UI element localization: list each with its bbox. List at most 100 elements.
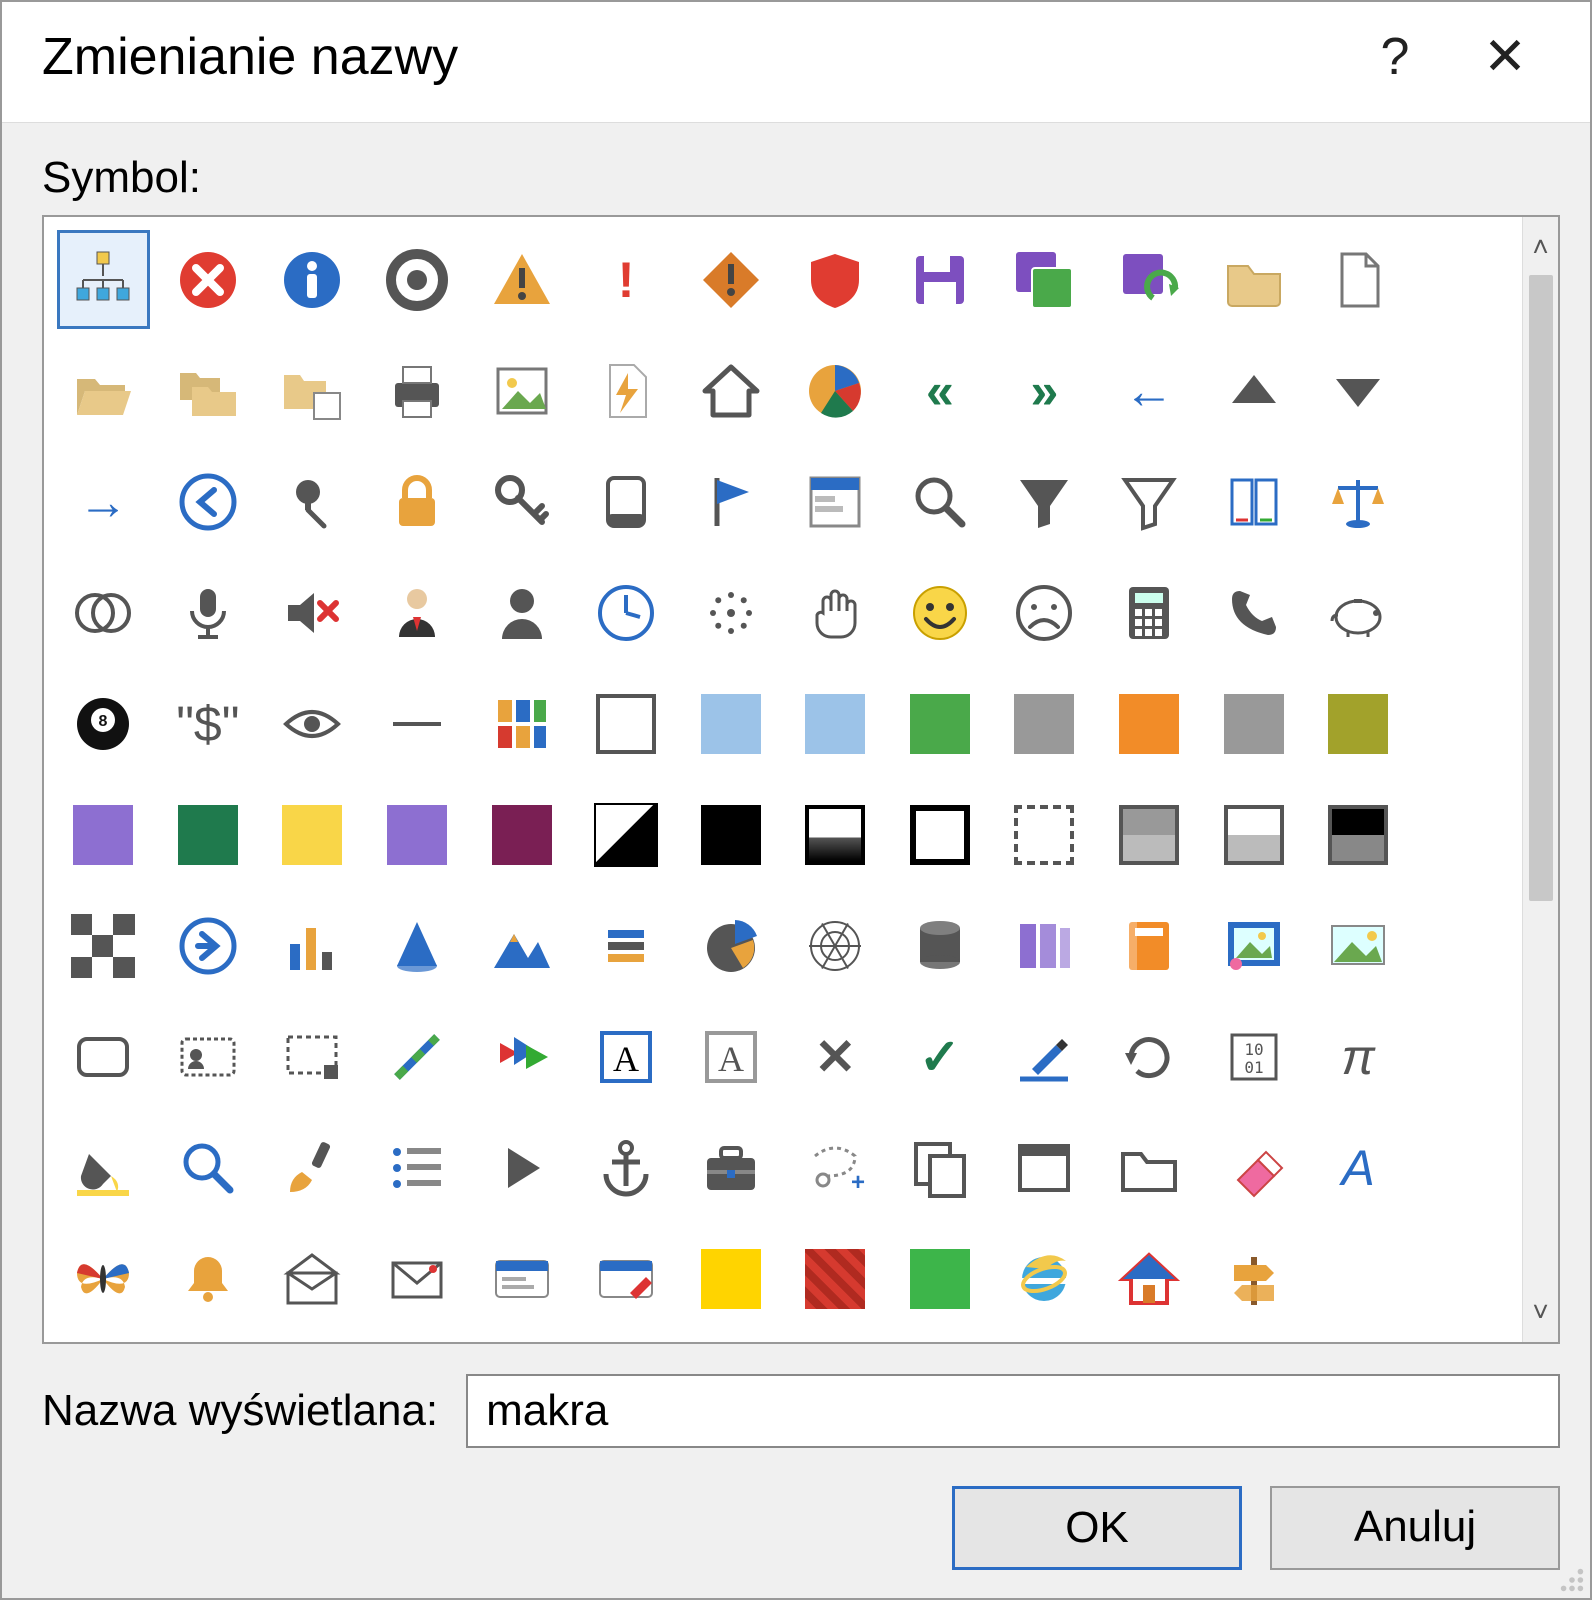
letter-a-grey-icon[interactable]: A (685, 1009, 776, 1106)
square-outline2[interactable] (895, 786, 986, 883)
triangle-up-icon[interactable] (1208, 342, 1299, 439)
signpost-icon[interactable] (1208, 1231, 1299, 1328)
close-button[interactable]: ✕ (1450, 22, 1560, 92)
refresh-icon[interactable] (1104, 1009, 1195, 1106)
record-circle-icon[interactable] (372, 231, 463, 328)
warning-triangle-icon[interactable] (476, 231, 567, 328)
arrow-right-icon[interactable]: → (58, 453, 149, 550)
gradient-bottom[interactable] (790, 786, 881, 883)
halfsquare-icon[interactable] (581, 786, 672, 883)
italic-a-icon[interactable]: A (1313, 1120, 1404, 1217)
paint-bucket-icon[interactable] (58, 1120, 149, 1217)
play-arrows-icon[interactable] (476, 1009, 567, 1106)
binary-icon[interactable]: 1001 (1208, 1009, 1299, 1106)
row-split-white[interactable] (1208, 786, 1299, 883)
square-redhatch[interactable] (790, 1231, 881, 1328)
square-green2[interactable] (895, 1231, 986, 1328)
folders-icon[interactable] (163, 342, 254, 439)
window-icon[interactable] (999, 1120, 1090, 1217)
error-circle-icon[interactable] (163, 231, 254, 328)
book-orange-icon[interactable] (1104, 898, 1195, 995)
zoom-icon[interactable] (163, 1120, 254, 1217)
brush-icon[interactable] (267, 1120, 358, 1217)
info-circle-icon[interactable] (267, 231, 358, 328)
printer-icon[interactable] (372, 342, 463, 439)
phone-icon[interactable] (1208, 564, 1299, 661)
display-name-input[interactable] (466, 1374, 1560, 1448)
home-color-icon[interactable] (1104, 1231, 1195, 1328)
pie2-icon[interactable] (685, 898, 776, 995)
square-purple[interactable] (372, 786, 463, 883)
anchor-icon[interactable] (581, 1120, 672, 1217)
marquee-icon[interactable] (267, 1009, 358, 1106)
square-violet[interactable] (58, 786, 149, 883)
square-orange[interactable] (1104, 675, 1195, 772)
card-edit-icon[interactable] (581, 1231, 672, 1328)
calculator-icon[interactable] (1104, 564, 1195, 661)
microphone-icon[interactable] (163, 564, 254, 661)
book-icon[interactable] (1208, 453, 1299, 550)
mail-open-icon[interactable] (267, 1231, 358, 1328)
slash-icon[interactable] (372, 1009, 463, 1106)
row-split-black[interactable] (1313, 786, 1404, 883)
double-right-icon[interactable]: » (999, 342, 1090, 439)
double-left-icon[interactable]: « (895, 342, 986, 439)
folder-outline-icon[interactable] (1104, 1120, 1195, 1217)
square-yellow2[interactable] (685, 1231, 776, 1328)
card-blue-icon[interactable] (476, 1231, 567, 1328)
save-all-icon[interactable] (999, 231, 1090, 328)
forward-circle-icon[interactable] (163, 898, 254, 995)
square-olive[interactable] (1313, 675, 1404, 772)
checker-icon[interactable] (58, 898, 149, 995)
pin-icon[interactable] (267, 453, 358, 550)
list-icon[interactable] (372, 1120, 463, 1217)
id-card-icon[interactable] (163, 1009, 254, 1106)
copy-icon[interactable] (895, 1120, 986, 1217)
ok-button[interactable]: OK (952, 1486, 1242, 1570)
bar-chart-icon[interactable] (267, 898, 358, 995)
square-darkgreen[interactable] (163, 786, 254, 883)
frown-icon[interactable] (999, 564, 1090, 661)
resize-grip-icon[interactable] (1558, 1566, 1586, 1594)
eraser-icon[interactable] (1208, 1120, 1299, 1217)
edit-underline-icon[interactable] (999, 1009, 1090, 1106)
palette-tiles-icon[interactable] (476, 675, 567, 772)
device-icon[interactable] (581, 453, 672, 550)
filter-outline-icon[interactable] (1104, 453, 1195, 550)
square-white[interactable] (581, 675, 672, 772)
save-refresh-icon[interactable] (1104, 231, 1195, 328)
key-icon[interactable] (476, 453, 567, 550)
symbol-scrollbar[interactable]: ˄ ˅ (1522, 217, 1558, 1342)
back-circle-icon[interactable] (163, 453, 254, 550)
square-lightblue[interactable] (790, 675, 881, 772)
scroll-up-icon[interactable]: ˄ (1532, 231, 1548, 263)
cancel-button[interactable]: Anuluj (1270, 1486, 1560, 1570)
piggybank-icon[interactable] (1313, 564, 1404, 661)
warning-diamond-icon[interactable] (685, 231, 776, 328)
image-icon[interactable] (476, 342, 567, 439)
books-purple-icon[interactable] (999, 898, 1090, 995)
lock-icon[interactable] (372, 453, 463, 550)
letter-a-box-icon[interactable]: A (581, 1009, 672, 1106)
minus-icon[interactable] (372, 675, 463, 772)
square-yellow[interactable] (267, 786, 358, 883)
save-icon[interactable] (895, 231, 986, 328)
play-icon[interactable] (476, 1120, 567, 1217)
square-blue[interactable] (685, 675, 776, 772)
ie-icon[interactable] (999, 1231, 1090, 1328)
cone-icon[interactable] (372, 898, 463, 995)
exclamation-icon[interactable]: ! (581, 231, 672, 328)
folder-doc-icon[interactable] (267, 342, 358, 439)
butterfly-icon[interactable] (58, 1231, 149, 1328)
clock-icon[interactable] (581, 564, 672, 661)
square-dotted[interactable] (999, 786, 1090, 883)
picture-icon[interactable] (1208, 898, 1299, 995)
currency-icon[interactable]: "$" (163, 675, 254, 772)
folder-open-icon[interactable] (58, 342, 149, 439)
folder-icon[interactable] (1208, 231, 1299, 328)
square-gray[interactable] (999, 675, 1090, 772)
smiley-icon[interactable] (895, 564, 986, 661)
scales-icon[interactable] (1313, 453, 1404, 550)
mountains-icon[interactable] (476, 898, 567, 995)
briefcase-icon[interactable] (685, 1120, 776, 1217)
